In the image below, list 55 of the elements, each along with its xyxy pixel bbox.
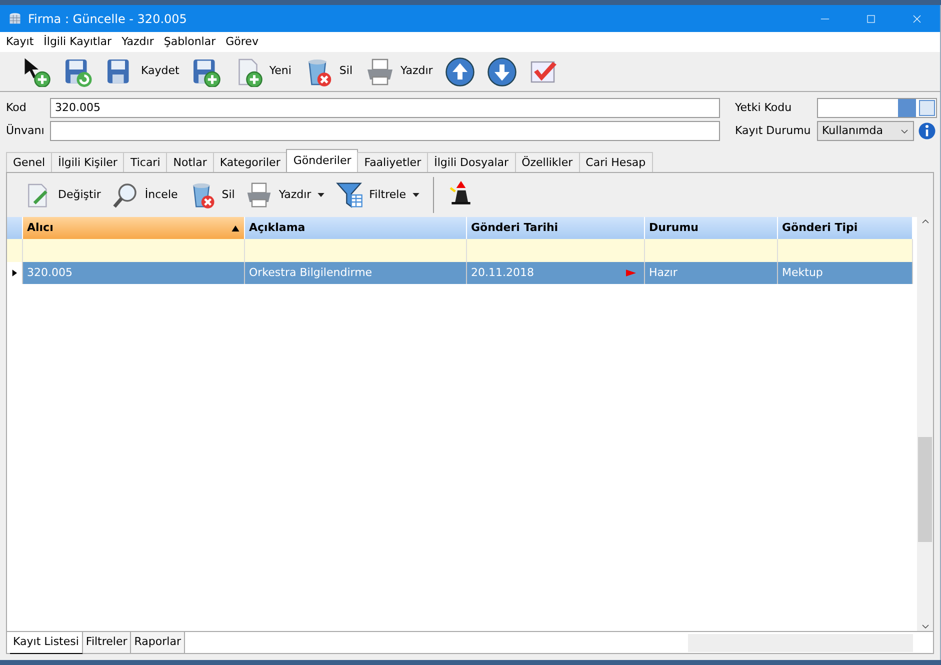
save-icon — [191, 56, 222, 86]
field-label: Yetki Kodu — [735, 100, 793, 116]
filter-icon — [335, 181, 364, 209]
column-header[interactable]: Durumu — [645, 217, 778, 239]
tab[interactable]: Gönderiler — [286, 149, 358, 172]
tab[interactable]: Faaliyetler — [357, 152, 428, 172]
printer-icon — [244, 181, 273, 209]
menu-item[interactable]: İlgili Kayıtlar — [40, 34, 118, 50]
tab[interactable]: Filtreler — [82, 632, 132, 652]
row-pointer-icon — [10, 269, 18, 277]
tab[interactable]: Genel — [6, 152, 52, 172]
status-dropdown[interactable]: Kullanımda — [817, 121, 914, 141]
caret-icon — [900, 126, 909, 136]
save-icon — [63, 56, 93, 86]
tab[interactable]: Raporlar — [131, 632, 185, 652]
column-header[interactable]: Gönderi Tarihi — [467, 217, 645, 239]
menu-item[interactable]: Kayıt — [2, 34, 40, 50]
window-title: Firma : Güncelle - 320.005 — [28, 10, 187, 28]
column-header[interactable]: Alıcı — [23, 217, 245, 239]
menu-item[interactable]: Görev — [222, 34, 264, 50]
table-cell-text: 320.005 — [27, 264, 72, 281]
table-cell-text: Hazır — [649, 264, 678, 281]
field-label: Kayıt Durumu — [735, 122, 812, 139]
arrow-up-icon — [444, 56, 475, 86]
tab[interactable]: Cari Hesap — [578, 152, 653, 172]
toolbar-button[interactable]: Yeni — [230, 54, 294, 88]
column-header[interactable]: Açıklama — [245, 217, 467, 239]
menu-item[interactable]: Yazdır — [118, 34, 160, 50]
scroll-up-icon — [920, 217, 930, 226]
menu-item[interactable]: Şablonlar — [160, 34, 222, 50]
toolbar-button[interactable]: Yazdır — [242, 179, 328, 211]
sort-ascending-icon — [231, 224, 240, 232]
magnifier-icon — [110, 181, 139, 209]
table-cell-text: 20.11.2018 — [471, 264, 534, 281]
code-field[interactable]: 320.005 — [50, 98, 720, 118]
title-field[interactable] — [50, 121, 720, 141]
table-cell-text: Orkestra Bilgilendirme — [249, 264, 372, 281]
printer-icon — [364, 56, 395, 86]
scrollbar-thumb[interactable] — [918, 436, 932, 542]
tab[interactable]: Kayıt Listesi — [10, 632, 83, 654]
toolbar-button[interactable]: İncele — [108, 179, 181, 211]
toolbar-button[interactable]: Kaydet — [102, 54, 182, 88]
app-icon — [8, 12, 22, 26]
toolbar-button[interactable]: Yazdır — [362, 54, 436, 88]
toolbar-button[interactable]: Değiştir — [21, 179, 104, 211]
toolbar-button[interactable]: Sil — [184, 179, 238, 211]
arrow-down-icon — [486, 56, 517, 86]
table-cell-text: Mektup — [782, 264, 823, 281]
field-label: Ünvanı — [6, 122, 46, 139]
toolbar-button[interactable]: Sil — [300, 54, 356, 88]
info-icon — [918, 122, 936, 140]
toolbar-button[interactable]: Filtrele — [332, 179, 423, 211]
field-label: Kod — [6, 100, 28, 116]
column-header[interactable]: Gönderi Tipi — [778, 217, 913, 239]
scroll-down-icon — [920, 622, 930, 631]
